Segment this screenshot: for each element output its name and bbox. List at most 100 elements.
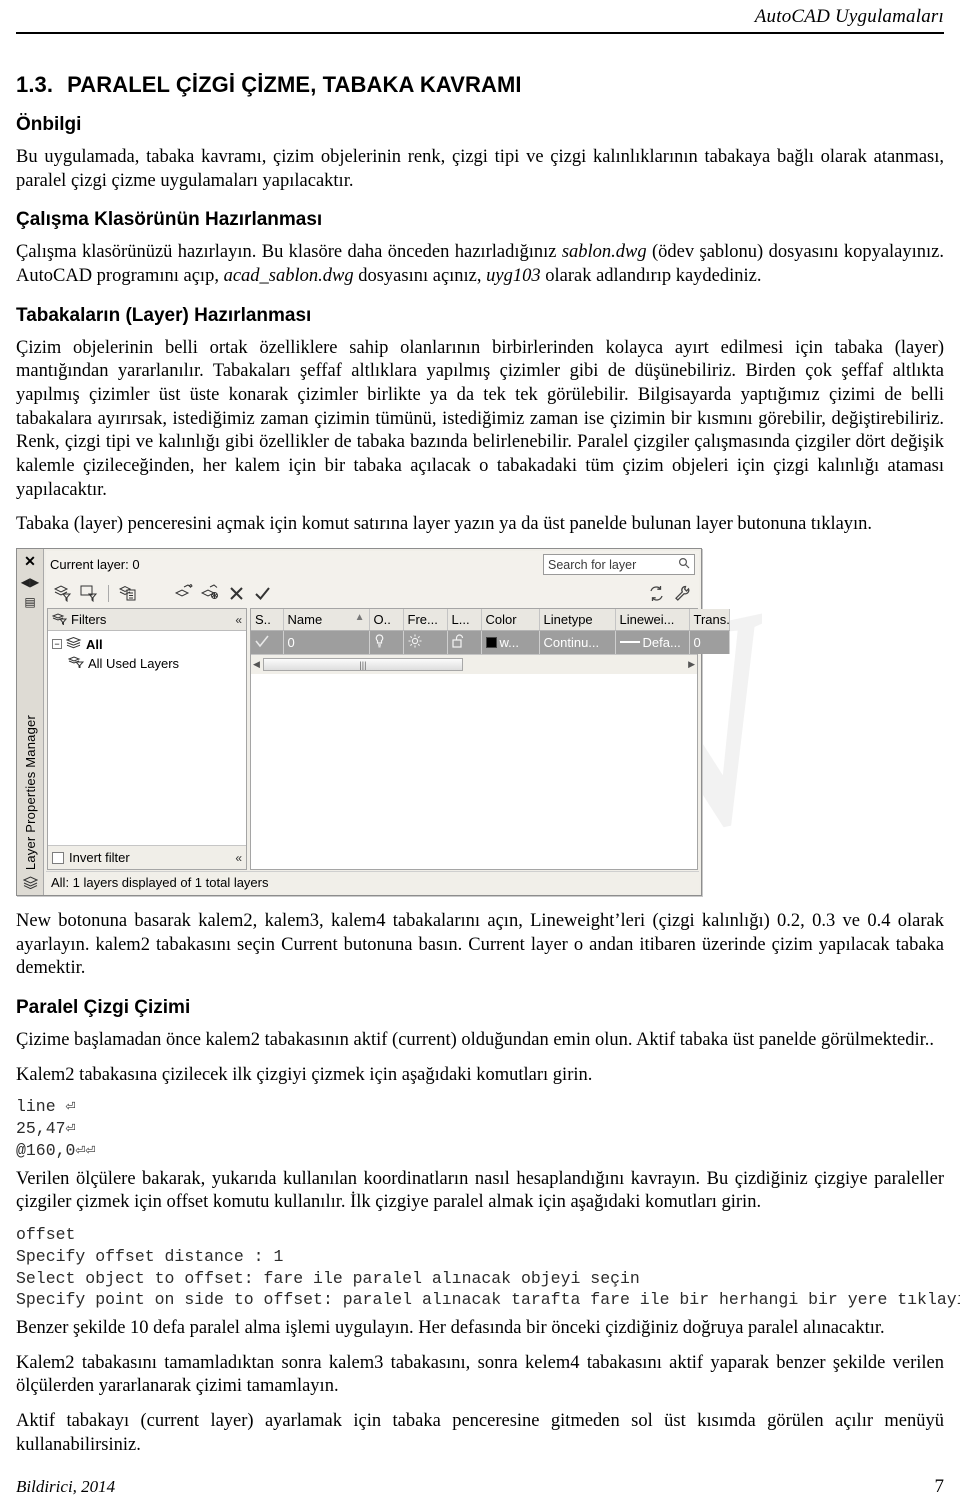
- paragraph-tabaka-2: Tabaka (layer) penceresini açmak için ko…: [16, 514, 873, 535]
- column-header-name[interactable]: Name ▲: [283, 609, 370, 632]
- footer-author: Bildirici, 2014: [16, 1477, 116, 1496]
- toolbar-separator: [108, 584, 109, 602]
- delete-layer-icon[interactable]: [225, 582, 247, 604]
- cell-status[interactable]: [251, 630, 284, 655]
- filename-uyg103: uyg103: [486, 266, 541, 287]
- column-header-lineweight[interactable]: Linewei...: [615, 609, 690, 632]
- running-header-title: AutoCAD Uygulamaları: [754, 6, 944, 27]
- panel-rail: ✕ ◀▶ ▤ Layer Properties Manager: [17, 549, 44, 896]
- lineweight-sample-icon: [619, 641, 640, 644]
- section-title-text: PARALEL ÇİZGİ ÇİZME, TABAKA KAVRAMI: [67, 72, 522, 97]
- search-placeholder: Search for layer: [548, 557, 637, 572]
- filter-stack-icon: [51, 612, 68, 628]
- filename-sablon-dwg: sablon.dwg: [561, 242, 647, 263]
- tree-item-label: All Used Layers: [88, 655, 180, 671]
- cell-linetype[interactable]: Continu...: [539, 630, 616, 655]
- layer-states-manager-icon[interactable]: [117, 582, 139, 604]
- checkmark-icon: [255, 635, 269, 651]
- invert-filter-checkbox[interactable]: [52, 851, 64, 864]
- cell-color-label: w...: [499, 635, 520, 651]
- tree-item-all-used-layers[interactable]: All Used Layers: [67, 655, 242, 671]
- new-layer-vp-frozen-icon[interactable]: [199, 582, 221, 604]
- cell-layer-name[interactable]: 0: [283, 630, 370, 655]
- scroll-left-arrow-icon[interactable]: ◀: [253, 659, 260, 670]
- paragraph-paralel-6: Aktif tabakayı (current layer) ayarlamak…: [16, 1411, 944, 1455]
- column-header-status[interactable]: S..: [251, 609, 284, 632]
- heading-paralel-cizgi-cizimi: Paralel Çizgi Çizimi: [16, 997, 191, 1019]
- cell-on[interactable]: [369, 630, 404, 655]
- column-header-color[interactable]: Color: [481, 609, 540, 632]
- current-layer-label: Current layer: 0: [50, 557, 140, 573]
- command-block-line: line ⏎ 25,47⏎ @160,0⏎⏎: [16, 1097, 96, 1160]
- section-number: 1.3.: [16, 72, 54, 97]
- refresh-icon[interactable]: [645, 582, 667, 604]
- collapse-left-icon[interactable]: «: [235, 851, 242, 865]
- layers-stack-icon: [22, 876, 38, 891]
- layer-properties-manager-figure: W ✕ ◀▶ ▤ Layer Properties Manager Curren…: [16, 542, 762, 927]
- set-current-icon[interactable]: [251, 582, 273, 604]
- column-header-lock[interactable]: L...: [447, 609, 482, 632]
- panel-topbar: Current layer: 0 Search for layer: [46, 551, 699, 579]
- sort-ascending-icon[interactable]: ▲: [355, 612, 365, 623]
- column-header-transparency[interactable]: Trans.: [689, 609, 730, 632]
- document-footer: Bildirici, 2014 7: [16, 1476, 944, 1498]
- panel-main: Current layer: 0 Search for layer Filter…: [44, 549, 730, 896]
- horizontal-scrollbar[interactable]: ◀ ||| ▶: [251, 654, 697, 675]
- search-icon[interactable]: [678, 557, 690, 572]
- panel-properties-icon[interactable]: ▤: [24, 596, 35, 608]
- panel-toolbar: [46, 578, 699, 609]
- filters-tree: − All All Used Layers: [48, 631, 246, 845]
- sun-icon[interactable]: [408, 634, 422, 651]
- close-icon[interactable]: ✕: [24, 553, 36, 570]
- running-header: AutoCAD Uygulamaları: [16, 0, 944, 28]
- command-block-offset: offset Specify offset distance : 1 Selec…: [16, 1225, 960, 1310]
- auto-hide-icon[interactable]: ◀▶: [21, 576, 39, 588]
- status-bar: All: 1 layers displayed of 1 total layer…: [46, 871, 699, 894]
- heading-onbilgi: Önbilgi: [16, 114, 82, 135]
- filters-footer: Invert filter «: [48, 845, 246, 870]
- new-layer-icon[interactable]: [173, 582, 195, 604]
- layer-table: S.. Name ▲ O.. Fre... L... Color Linetype…: [251, 609, 730, 655]
- new-property-filter-icon[interactable]: [52, 582, 74, 604]
- search-input[interactable]: Search for layer: [543, 554, 695, 576]
- paragraph-paralel-2: Kalem2 tabakasına çizilecek ilk çizgiyi …: [16, 1064, 593, 1085]
- new-group-filter-icon[interactable]: [78, 582, 100, 604]
- page-title: 1.3. PARALEL ÇİZGİ ÇİZME, TABAKA KAVRAMI: [16, 72, 944, 98]
- paragraph-paralel-1: Çizime başlamadan önce kalem2 tabakasını…: [16, 1030, 935, 1051]
- filters-header-label: Filters: [71, 612, 107, 628]
- paragraph-paralel-5: Kalem2 tabakasını tamamladıktan sonra ka…: [16, 1352, 944, 1397]
- column-header-name-label: Name: [287, 612, 323, 628]
- expander-icon[interactable]: −: [52, 639, 62, 650]
- cell-lineweight[interactable]: Defa...: [615, 630, 690, 655]
- paragraph-onbilgi: Bu uygulamada, tabaka kavramı, çizim obj…: [16, 147, 944, 191]
- column-header-linetype[interactable]: Linetype: [539, 609, 616, 632]
- settings-icon[interactable]: [671, 582, 693, 604]
- lightbulb-icon[interactable]: [374, 634, 385, 651]
- text-segment: Çalışma klasörünüzü hazırlayın. Bu klasö…: [16, 242, 562, 263]
- scrollbar-thumb[interactable]: |||: [262, 658, 463, 672]
- unlock-icon[interactable]: [451, 634, 465, 651]
- table-row[interactable]: 0 w... Continu... Defa... 0: [251, 630, 730, 655]
- color-swatch-icon: [485, 637, 497, 649]
- tree-item-label: All: [86, 636, 103, 652]
- heading-calisma-klasoru: Çalışma Klasörünün Hazırlanması: [16, 209, 323, 231]
- panel-body: Filters « − All All Used Layers Invert f…: [46, 608, 730, 871]
- filters-header: Filters «: [48, 609, 246, 632]
- layers-stack-icon: [65, 636, 82, 652]
- cell-freeze[interactable]: [403, 630, 448, 655]
- filters-pane: Filters « − All All Used Layers Invert f…: [47, 608, 247, 871]
- column-header-freeze[interactable]: Fre...: [403, 609, 448, 632]
- cell-transparency[interactable]: 0: [689, 630, 730, 655]
- layer-properties-manager-panel[interactable]: ✕ ◀▶ ▤ Layer Properties Manager Current …: [16, 548, 730, 897]
- cell-lock[interactable]: [447, 630, 482, 655]
- heading-tabakalarin-hazirlanmasi: Tabakaların (Layer) Hazırlanması: [16, 304, 312, 326]
- filename-acad-sablon-dwg: acad_sablon.dwg: [223, 266, 354, 287]
- column-header-on[interactable]: O..: [369, 609, 404, 632]
- paragraph-tabaka-1: Çizim objelerinin belli ortak özellikler…: [16, 337, 944, 500]
- text-segment: olarak adlandırıp kaydediniz.: [540, 266, 762, 287]
- tree-item-all[interactable]: − All: [52, 636, 242, 652]
- collapse-left-icon[interactable]: «: [235, 613, 242, 627]
- scroll-right-arrow-icon[interactable]: ▶: [688, 659, 695, 670]
- paragraph-after-dialog: New botonuna basarak kalem2, kalem3, kal…: [16, 911, 944, 979]
- cell-color[interactable]: w...: [481, 630, 540, 655]
